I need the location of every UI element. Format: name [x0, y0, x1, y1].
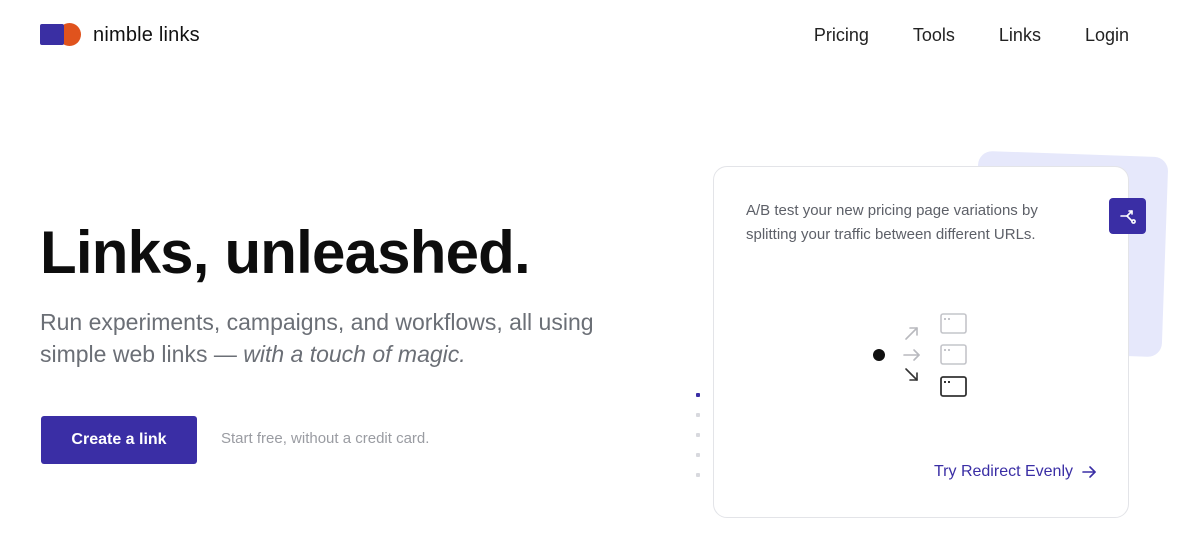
carousel-dot[interactable] — [696, 393, 700, 397]
split-icon[interactable] — [1109, 198, 1146, 234]
carousel-dots — [696, 393, 702, 493]
try-redirect-evenly-link[interactable]: Try Redirect Evenly — [934, 463, 1097, 481]
top-nav: Pricing Tools Links Login — [814, 25, 1129, 46]
carousel-dot[interactable] — [696, 433, 700, 437]
nav-login[interactable]: Login — [1085, 25, 1129, 46]
cta-note: Start free, without a credit card. — [221, 430, 430, 447]
brand-name: nimble links — [93, 23, 200, 46]
nav-pricing[interactable]: Pricing — [814, 25, 869, 46]
carousel-dot[interactable] — [696, 473, 700, 477]
create-link-button[interactable]: Create a link — [41, 416, 197, 464]
feature-card: A/B test your new pricing page variation… — [713, 166, 1146, 518]
card-link-label: Try Redirect Evenly — [934, 463, 1073, 480]
logo-mark-icon — [40, 22, 82, 48]
redirect-illustration-icon — [873, 313, 967, 397]
nav-tools[interactable]: Tools — [913, 25, 955, 46]
hero-title: Links, unleashed. — [40, 219, 531, 286]
carousel-dot[interactable] — [696, 453, 700, 457]
nav-links[interactable]: Links — [999, 25, 1041, 46]
logo[interactable]: nimble links — [40, 22, 200, 48]
page: nimble links Pricing Tools Links Login L… — [0, 0, 1184, 535]
hero-subtitle-emphasis: with a touch of magic. — [243, 341, 466, 367]
hero-subtitle: Run experiments, campaigns, and workflow… — [40, 306, 600, 370]
arrow-right-icon — [1082, 466, 1096, 478]
card-description: A/B test your new pricing page variation… — [746, 202, 1038, 243]
carousel-dot[interactable] — [696, 413, 700, 417]
